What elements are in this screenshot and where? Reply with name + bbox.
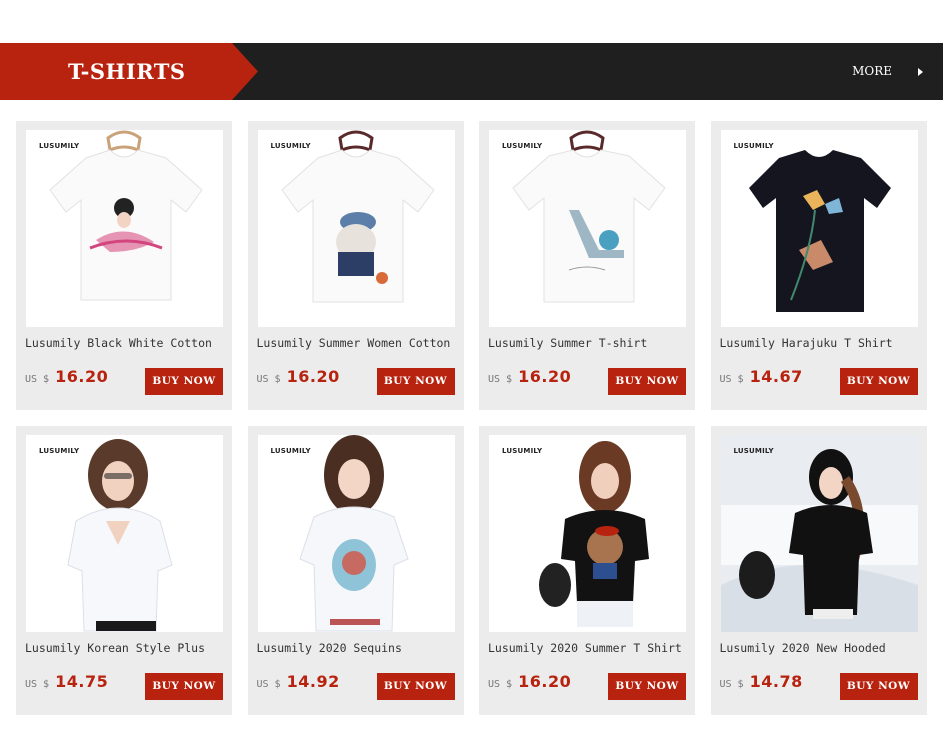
section-title: T-SHIRTS <box>68 59 186 84</box>
price-value: 16.20 <box>518 367 572 386</box>
buy-now-button[interactable]: BUY NOW <box>608 368 686 395</box>
price-value: 14.92 <box>286 672 340 691</box>
brand-logo: LUSUMILY <box>39 447 80 455</box>
tshirt-black-image <box>720 130 918 327</box>
price-value: 16.20 <box>286 367 340 386</box>
model-white-vneck-image <box>26 435 223 632</box>
brand-logo: LUSUMILY <box>502 142 543 150</box>
price-row: US $ 16.20 <box>488 672 571 691</box>
tshirt-white-image <box>26 130 223 327</box>
product-title[interactable]: Lusumily Black White Cotton <box>25 336 225 350</box>
price-row: US $ 16.20 <box>488 367 571 386</box>
brand-logo: LUSUMILY <box>270 142 311 150</box>
currency-label: US $ <box>256 374 281 385</box>
price-row: US $ 14.78 <box>720 672 803 691</box>
price-value: 14.75 <box>55 672 109 691</box>
product-title[interactable]: Lusumily Korean Style Plus <box>25 641 225 655</box>
model-black-bear-image <box>489 435 686 632</box>
price-row: US $ 16.20 <box>257 367 340 386</box>
product-title[interactable]: Lusumily Summer T-shirt <box>488 336 688 350</box>
price-value: 16.20 <box>518 672 572 691</box>
price-row: US $ 14.92 <box>257 672 340 691</box>
price-value: 16.20 <box>55 367 109 386</box>
buy-now-button[interactable]: BUY NOW <box>839 673 918 700</box>
product-title[interactable]: Lusumily 2020 Sequins <box>257 641 457 655</box>
product-card[interactable]: LUSUMILY Lusumily Korean Style Plus US $… <box>16 426 232 715</box>
currency-label: US $ <box>719 679 744 690</box>
model-white-sequins-image <box>257 435 455 632</box>
product-image[interactable]: LUSUMILY <box>26 130 223 327</box>
brand-logo: LUSUMILY <box>502 447 543 455</box>
product-title[interactable]: Lusumily Harajuku T Shirt <box>720 336 920 350</box>
product-image[interactable]: LUSUMILY <box>720 130 918 327</box>
price-value: 14.78 <box>749 672 803 691</box>
section-banner: T-SHIRTS MORE <box>0 43 943 100</box>
currency-label: US $ <box>719 374 744 385</box>
buy-now-button[interactable]: BUY NOW <box>145 673 223 700</box>
buy-now-button[interactable]: BUY NOW <box>376 368 455 395</box>
tshirt-white-image <box>489 130 686 327</box>
product-card[interactable]: LUSUMILY Lusumily 2020 Sequins US $ 14.9… <box>247 426 464 715</box>
brand-logo: LUSUMILY <box>270 447 311 455</box>
product-card[interactable]: LUSUMILY Lusumily Harajuku T Shirt US $ … <box>710 121 927 410</box>
price-row: US $ 14.67 <box>720 367 803 386</box>
product-card[interactable]: LUSUMILY Lusumily Summer Women Cotton US… <box>247 121 464 410</box>
price-value: 14.67 <box>749 367 803 386</box>
product-card[interactable]: LUSUMILY Lusumily 2020 New Hooded US $ 1… <box>710 426 927 715</box>
currency-label: US $ <box>25 374 50 385</box>
product-image[interactable]: LUSUMILY <box>489 130 686 327</box>
brand-logo: LUSUMILY <box>733 447 774 455</box>
buy-now-button[interactable]: BUY NOW <box>376 673 455 700</box>
currency-label: US $ <box>488 679 513 690</box>
product-title[interactable]: Lusumily 2020 New Hooded <box>720 641 920 655</box>
product-title[interactable]: Lusumily Summer Women Cotton <box>257 336 457 350</box>
arrow-right-icon[interactable] <box>918 67 923 76</box>
buy-now-button[interactable]: BUY NOW <box>608 673 686 700</box>
brand-logo: LUSUMILY <box>733 142 774 150</box>
buy-now-button[interactable]: BUY NOW <box>145 368 223 395</box>
price-row: US $ 16.20 <box>25 367 108 386</box>
product-image[interactable]: LUSUMILY <box>720 435 918 632</box>
tshirt-white-image <box>257 130 455 327</box>
currency-label: US $ <box>256 679 281 690</box>
currency-label: US $ <box>25 679 50 690</box>
price-row: US $ 14.75 <box>25 672 108 691</box>
product-grid: LUSUMILY Lusumily Black White Cotton US … <box>16 121 927 715</box>
product-image[interactable]: LUSUMILY <box>489 435 686 632</box>
product-image[interactable]: LUSUMILY <box>257 130 455 327</box>
buy-now-button[interactable]: BUY NOW <box>839 368 918 395</box>
model-black-hooded-image <box>720 435 918 632</box>
product-card[interactable]: LUSUMILY Lusumily Black White Cotton US … <box>16 121 232 410</box>
product-card[interactable]: LUSUMILY Lusumily Summer T-shirt US $ 16… <box>479 121 695 410</box>
product-image[interactable]: LUSUMILY <box>257 435 455 632</box>
product-title[interactable]: Lusumily 2020 Summer T Shirt <box>488 641 688 655</box>
currency-label: US $ <box>488 374 513 385</box>
more-label[interactable]: MORE <box>852 43 892 100</box>
brand-logo: LUSUMILY <box>39 142 80 150</box>
product-card[interactable]: LUSUMILY Lusumily 2020 Summer T Shirt US… <box>479 426 695 715</box>
product-image[interactable]: LUSUMILY <box>26 435 223 632</box>
more-link[interactable]: MORE <box>852 43 923 100</box>
